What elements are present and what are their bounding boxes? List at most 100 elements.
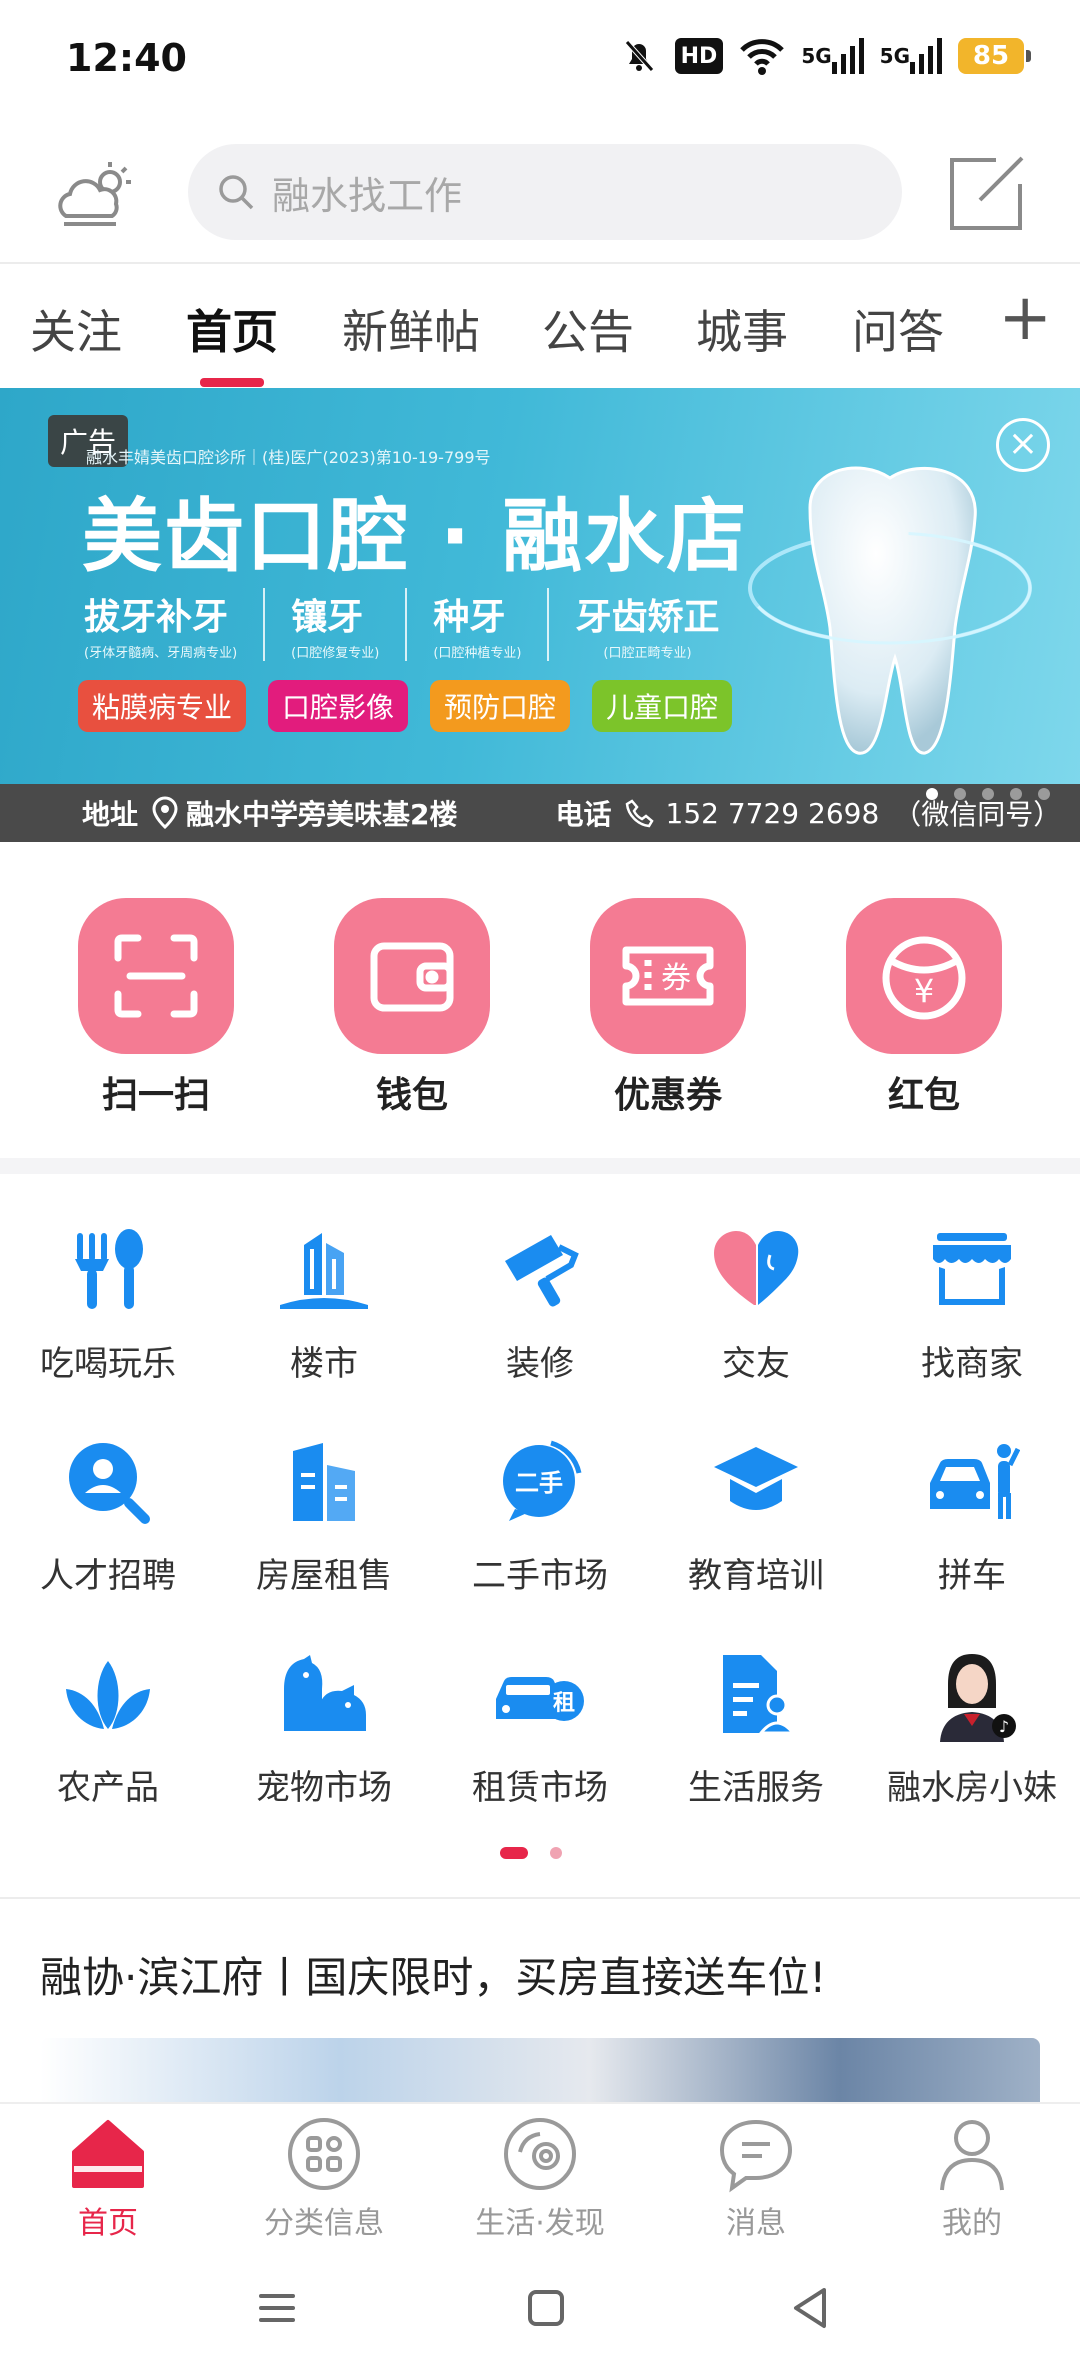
ad-footer: 地址 融水中学旁美味基2楼 电话 152 7729 2698 （微信同号） — [0, 784, 1080, 842]
home-square-icon[interactable] — [522, 2284, 570, 2332]
svg-text:♪: ♪ — [999, 1717, 1009, 1736]
mute-bell-icon — [619, 34, 659, 78]
nav-profile[interactable]: 我的 — [864, 2114, 1080, 2242]
category-merchants[interactable]: 找商家 — [864, 1220, 1080, 1385]
wallet-button[interactable]: 钱包 — [332, 898, 492, 1118]
channel-tabs: 关注 首页 新鲜帖 公告 城事 问答 + — [0, 264, 1080, 388]
category-label: 装修 — [506, 1344, 574, 1384]
category-label: 宠物市场 — [256, 1768, 392, 1808]
ad-service-desc: (口腔种植专业) — [433, 646, 522, 661]
phone-icon — [624, 797, 656, 829]
signal-icon-1: 5G — [801, 34, 864, 78]
category-pets[interactable]: 宠物市场 — [216, 1644, 432, 1809]
ad-tag: 儿童口腔 — [592, 680, 733, 732]
red-packet-button[interactable]: ¥ 红包 — [844, 898, 1004, 1118]
category-carpool[interactable]: 拼车 — [864, 1432, 1080, 1597]
tab-home[interactable]: 首页 — [186, 296, 278, 362]
search-bar[interactable]: 融水找工作 — [188, 144, 902, 240]
message-icon — [716, 2114, 796, 2194]
ad-close-button[interactable]: × — [996, 418, 1050, 472]
banner-pager — [926, 788, 1050, 800]
ad-services: 拔牙补牙 (牙体牙髓病、牙周病专业) 镶牙 (口腔修复专业) 种牙 (口腔种植专业) … — [84, 588, 745, 661]
coupon-label: 优惠券 — [613, 1075, 722, 1116]
category-second-hand[interactable]: 二手 二手市场 — [432, 1432, 648, 1597]
search-icon — [216, 172, 256, 212]
store-icon — [922, 1220, 1022, 1320]
category-decoration[interactable]: 装修 — [432, 1220, 648, 1385]
category-label: 交友 — [722, 1344, 790, 1384]
status-icons: HD 5G 5G 85 — [619, 34, 1031, 78]
article-title[interactable]: 融协·滨江府丨国庆限时，买房直接送车位! — [40, 1944, 826, 2005]
category-rongshui-agent[interactable]: ♪ 融水房小妹 — [864, 1644, 1080, 1809]
battery-icon: 85 — [958, 38, 1031, 74]
house-rent-icon — [274, 1432, 374, 1532]
nav-category[interactable]: 分类信息 — [216, 2114, 432, 2242]
tab-follow[interactable]: 关注 — [30, 296, 122, 362]
category-label: 生活服务 — [688, 1768, 824, 1808]
ad-service-desc: (口腔正畸专业) — [603, 646, 692, 661]
ad-address: 融水中学旁美味基2楼 — [186, 798, 458, 831]
article-image[interactable] — [40, 2038, 1040, 2104]
category-label: 教育培训 — [688, 1556, 824, 1596]
search-placeholder: 融水找工作 — [272, 173, 463, 218]
tab-qa[interactable]: 问答 — [852, 296, 944, 362]
category-dating[interactable]: 交友 — [648, 1220, 864, 1385]
banner-dot — [1010, 788, 1022, 800]
rent-icon-text: 租 — [553, 1691, 575, 1716]
status-time: 12:40 — [66, 36, 187, 80]
location-pin-icon — [150, 796, 180, 830]
ad-banner[interactable]: 广告 融水丰婧美齿口腔诊所｜(桂)医广(2023)第10-19-799号 美齿口… — [0, 388, 1080, 842]
category-food[interactable]: 吃喝玩乐 — [0, 1220, 216, 1385]
grid-pager-dot — [550, 1847, 562, 1859]
weather-icon[interactable] — [50, 152, 136, 238]
second-hand-icon: 二手 — [490, 1432, 590, 1532]
status-bar: 12:40 HD 5G 5G 85 — [0, 0, 1080, 118]
section-separator — [0, 1158, 1080, 1174]
category-label: 房屋租售 — [256, 1556, 392, 1596]
back-icon[interactable] — [786, 2284, 834, 2332]
scan-button[interactable]: 扫一扫 — [76, 898, 236, 1118]
menu-icon[interactable] — [253, 2284, 301, 2332]
ad-service-desc: (牙体牙髓病、牙周病专业) — [84, 646, 238, 661]
nav-home[interactable]: 首页 — [0, 2114, 216, 2242]
pet-icon — [274, 1644, 374, 1744]
category-label: 人才招聘 — [40, 1556, 176, 1596]
graduation-cap-icon — [706, 1432, 806, 1532]
banner-dot — [1038, 788, 1050, 800]
category-education[interactable]: 教育培训 — [648, 1432, 864, 1597]
category-house-rent[interactable]: 房屋租售 — [216, 1432, 432, 1597]
ad-service-desc: (口腔修复专业) — [291, 646, 380, 661]
category-label: 楼市 — [290, 1344, 358, 1384]
category-recruit[interactable]: 人才招聘 — [0, 1432, 216, 1597]
ad-tag: 口腔影像 — [268, 680, 409, 732]
compose-icon[interactable] — [946, 152, 1028, 234]
tab-city-news[interactable]: 城事 — [696, 296, 788, 362]
system-nav-bar — [0, 2242, 1080, 2376]
ad-service-name: 牙齿矫正 — [575, 597, 720, 638]
second-hand-icon-text: 二手 — [515, 1469, 563, 1497]
category-farm-products[interactable]: 农产品 — [0, 1644, 216, 1809]
quick-actions: 扫一扫 钱包 券 优惠券 ¥ 红包 — [0, 842, 1080, 1160]
nav-label: 我的 — [942, 2206, 1002, 2241]
banner-dot — [982, 788, 994, 800]
nav-label: 分类信息 — [264, 2206, 384, 2241]
category-rental[interactable]: 租 租赁市场 — [432, 1644, 648, 1809]
grid-divider — [0, 1897, 1080, 1899]
coupon-icon-text: 券 — [661, 961, 691, 996]
grid-pager — [500, 1847, 562, 1859]
tab-notice[interactable]: 公告 — [542, 296, 634, 362]
category-label: 租赁市场 — [472, 1768, 608, 1808]
tab-fresh-posts[interactable]: 新鲜帖 — [342, 296, 480, 362]
ad-service: 拔牙补牙 (牙体牙髓病、牙周病专业) — [84, 588, 263, 661]
hd-icon: HD — [674, 38, 724, 74]
category-life-service[interactable]: 生活服务 — [648, 1644, 864, 1809]
nav-messages[interactable]: 消息 — [648, 2114, 864, 2242]
ad-service-name: 拔牙补牙 — [84, 597, 229, 638]
nav-discover[interactable]: 生活·发现 — [432, 2114, 648, 2242]
add-tab-button[interactable]: + — [998, 286, 1052, 350]
category-property[interactable]: 楼市 — [216, 1220, 432, 1385]
coupon-button[interactable]: 券 优惠券 — [588, 898, 748, 1118]
category-grid: 吃喝玩乐 楼市 装修 交友 找商家 人才招聘 房屋租售 二手 二手市场 教育培训… — [0, 1176, 1080, 1890]
ad-service: 种牙 (口腔种植专业) — [405, 588, 547, 661]
category-label: 融水房小妹 — [887, 1768, 1057, 1808]
